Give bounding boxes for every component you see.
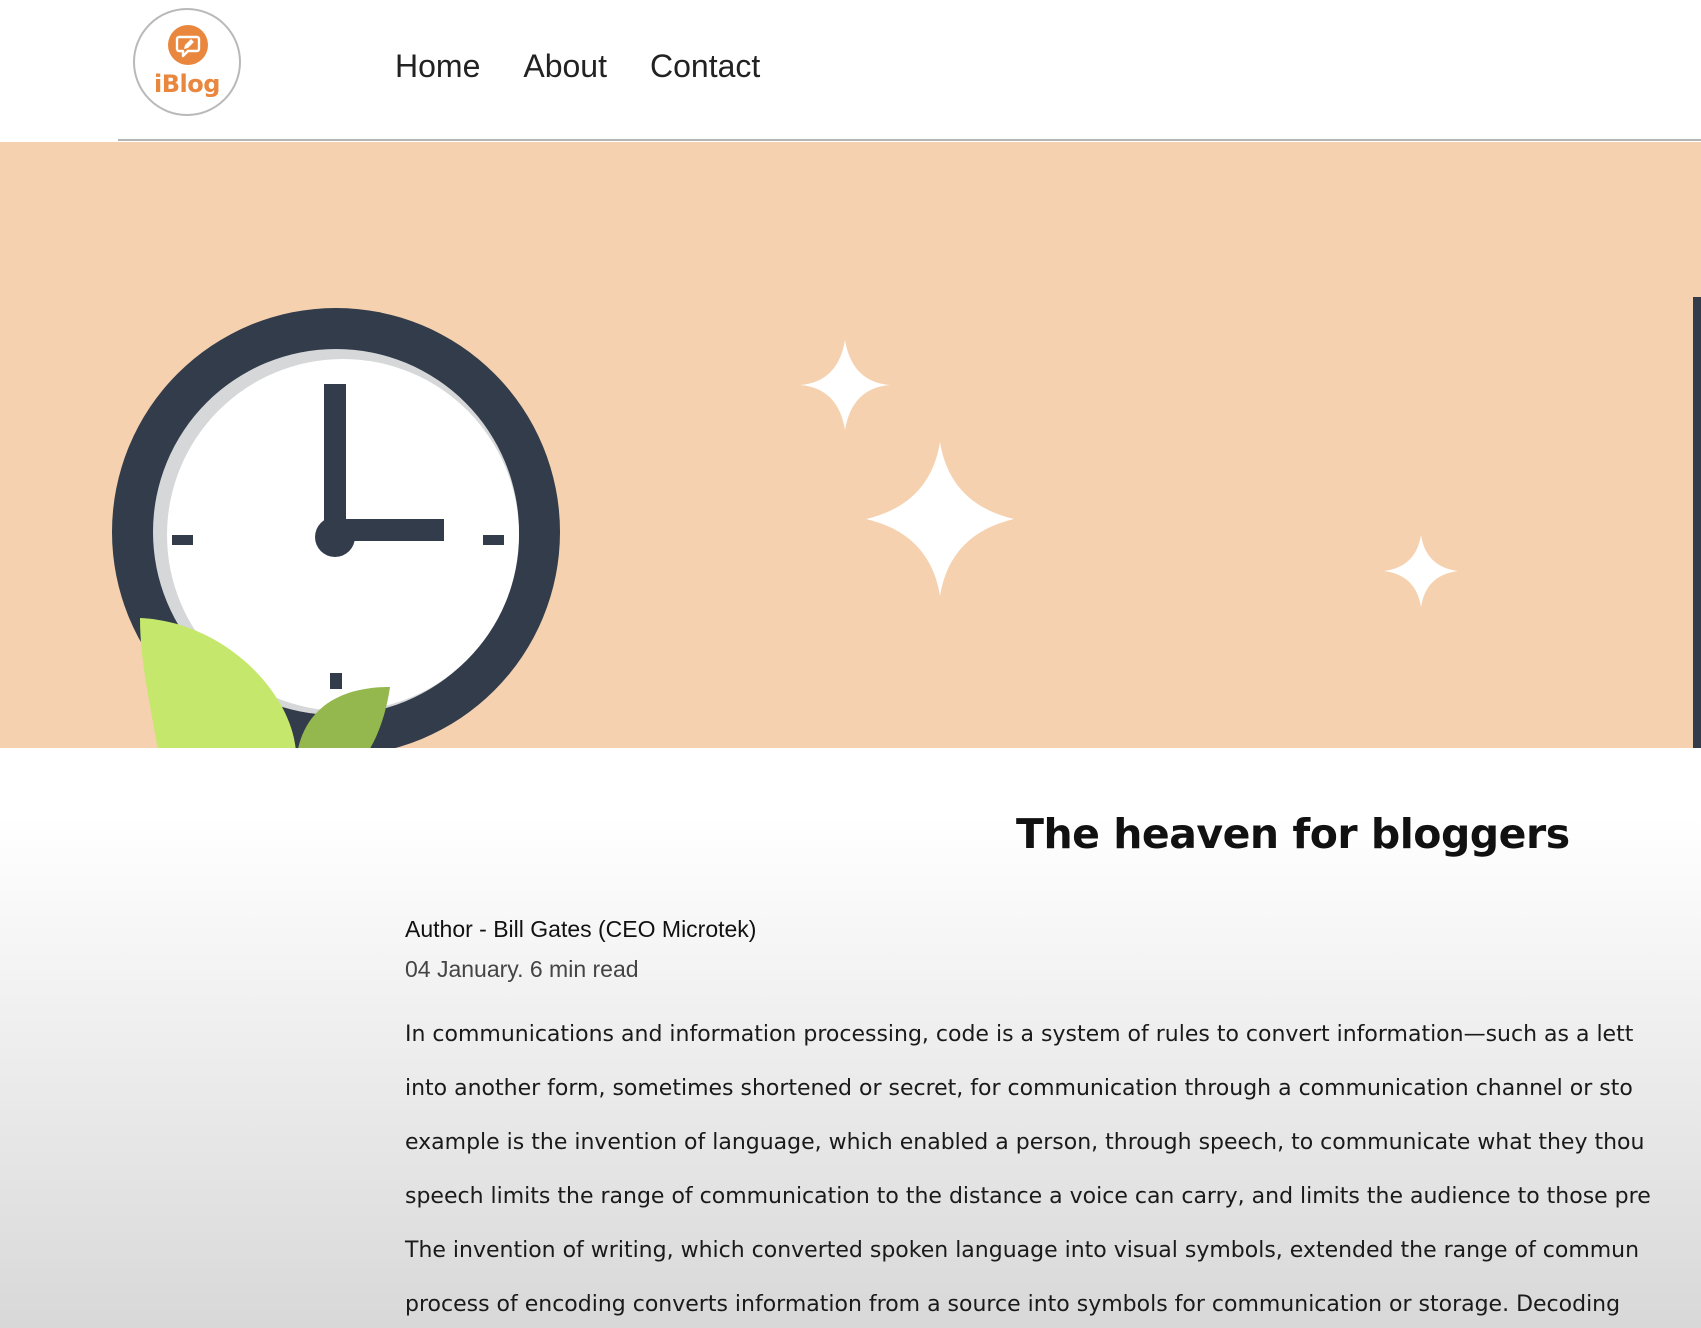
logo-text: iBlog <box>154 70 220 98</box>
post-body: In communications and information proces… <box>405 1008 1651 1328</box>
post-title: The heaven for bloggers <box>1016 810 1570 858</box>
post-meta: 04 January. 6 min read <box>405 956 639 982</box>
nav-about-link[interactable]: About <box>523 46 607 86</box>
post-body-line: speech limits the range of communication… <box>405 1184 1651 1209</box>
site-logo[interactable]: iBlog <box>133 8 241 116</box>
hero-banner <box>0 142 1701 748</box>
post-body-line: The invention of writing, which converte… <box>405 1238 1640 1263</box>
header-divider <box>118 139 1701 141</box>
site-header: iBlog Home About Contact <box>0 0 1701 141</box>
main-nav: Home About Contact <box>395 46 803 86</box>
post-body-line: process of encoding converts information… <box>405 1292 1621 1317</box>
nav-contact-link[interactable]: Contact <box>650 46 760 86</box>
post-content: The heaven for bloggers Author - Bill Ga… <box>0 748 1701 1328</box>
chat-edit-icon <box>168 25 208 65</box>
hero-panel-edge <box>1693 297 1701 748</box>
post-body-line: into another form, sometimes shortened o… <box>405 1076 1633 1101</box>
post-body-line: In communications and information proces… <box>405 1022 1634 1047</box>
hero-illustration <box>112 297 1701 748</box>
post-author: Author - Bill Gates (CEO Microtek) <box>405 916 757 942</box>
nav-home-link[interactable]: Home <box>395 46 480 86</box>
sparkle-icon <box>800 340 1458 607</box>
blog-page: iBlog Home About Contact The heaven for … <box>0 0 1701 1328</box>
post-body-line: example is the invention of language, wh… <box>405 1130 1645 1155</box>
